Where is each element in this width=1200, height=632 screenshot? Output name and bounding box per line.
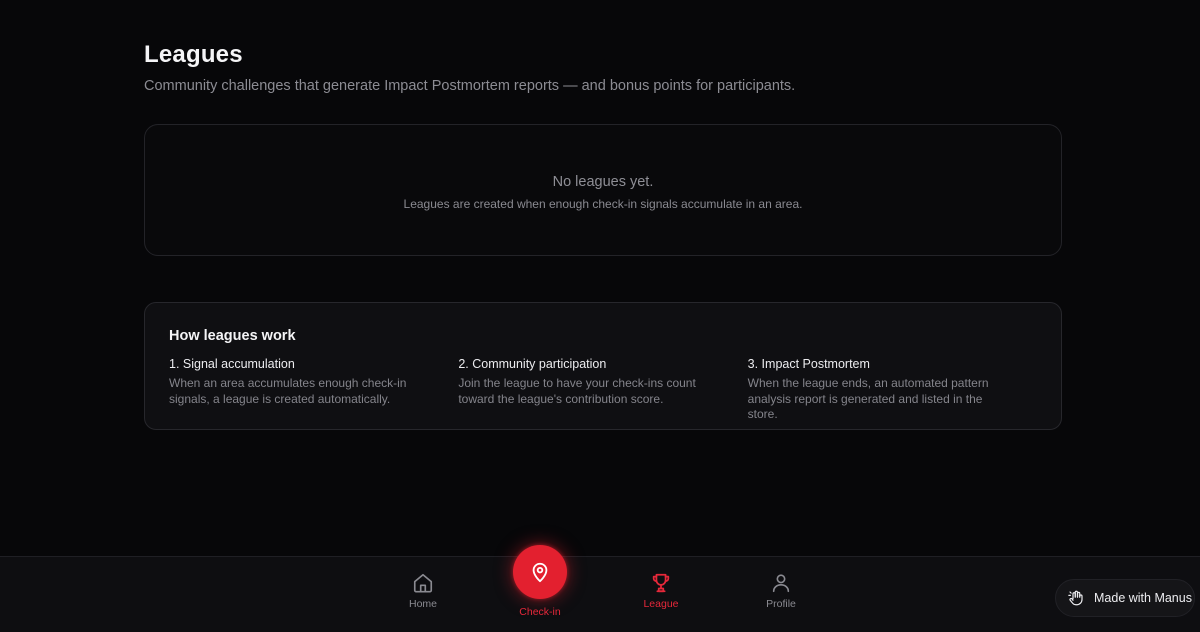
nav-item-check-in[interactable]: Check-in	[500, 545, 580, 632]
manus-hand-icon	[1068, 590, 1083, 606]
step-description: When the league ends, an automated patte…	[747, 376, 989, 421]
step-signal-accumulation: 1. Signal accumulation When an area accu…	[169, 357, 458, 423]
user-icon	[772, 574, 790, 593]
empty-state-title: No leagues yet.	[552, 173, 654, 190]
step-title: 1. Signal accumulation	[169, 357, 295, 371]
how-leagues-work-title: How leagues work	[169, 328, 296, 344]
leagues-page: Leagues Community challenges that genera…	[0, 0, 1200, 632]
home-icon	[413, 573, 433, 593]
step-community-participation: 2. Community participation Join the leag…	[458, 357, 747, 423]
nav-item-home[interactable]: Home	[383, 557, 463, 632]
how-leagues-work-card: How leagues work 1. Signal accumulation …	[144, 302, 1062, 430]
nav-label-home: Home	[408, 598, 437, 610]
step-title: 3. Impact Postmortem	[747, 357, 870, 371]
nav-label-league: League	[643, 598, 679, 610]
map-pin-icon	[532, 562, 548, 583]
empty-state-description: Leagues are created when enough check-in…	[403, 196, 803, 211]
made-with-manus-label: Made with Manus	[1094, 591, 1192, 605]
made-with-manus-badge[interactable]: Made with Manus	[1055, 579, 1195, 617]
nav-label-profile: Profile	[766, 598, 796, 610]
nav-item-profile[interactable]: Profile	[741, 557, 821, 632]
step-title: 2. Community participation	[458, 357, 607, 371]
step-description: Join the league to have your check-ins c…	[458, 376, 696, 406]
steps-list: 1. Signal accumulation When an area accu…	[169, 357, 1037, 423]
page-header: Leagues Community challenges that genera…	[144, 41, 795, 94]
nav-label-check-in: Check-in	[519, 606, 561, 618]
page-subtitle: Community challenges that generate Impac…	[144, 78, 796, 94]
empty-state-card: No leagues yet. Leagues are created when…	[144, 124, 1062, 256]
nav-item-league[interactable]: League	[621, 557, 701, 632]
bottom-nav: Home Check-in League Profile	[0, 545, 1200, 632]
step-description: When an area accumulates enough check-in…	[169, 376, 407, 406]
check-in-button[interactable]	[513, 545, 567, 599]
step-impact-postmortem: 3. Impact Postmortem When the league end…	[748, 357, 1037, 423]
page-title: Leagues	[144, 41, 243, 68]
trophy-icon	[652, 573, 670, 593]
